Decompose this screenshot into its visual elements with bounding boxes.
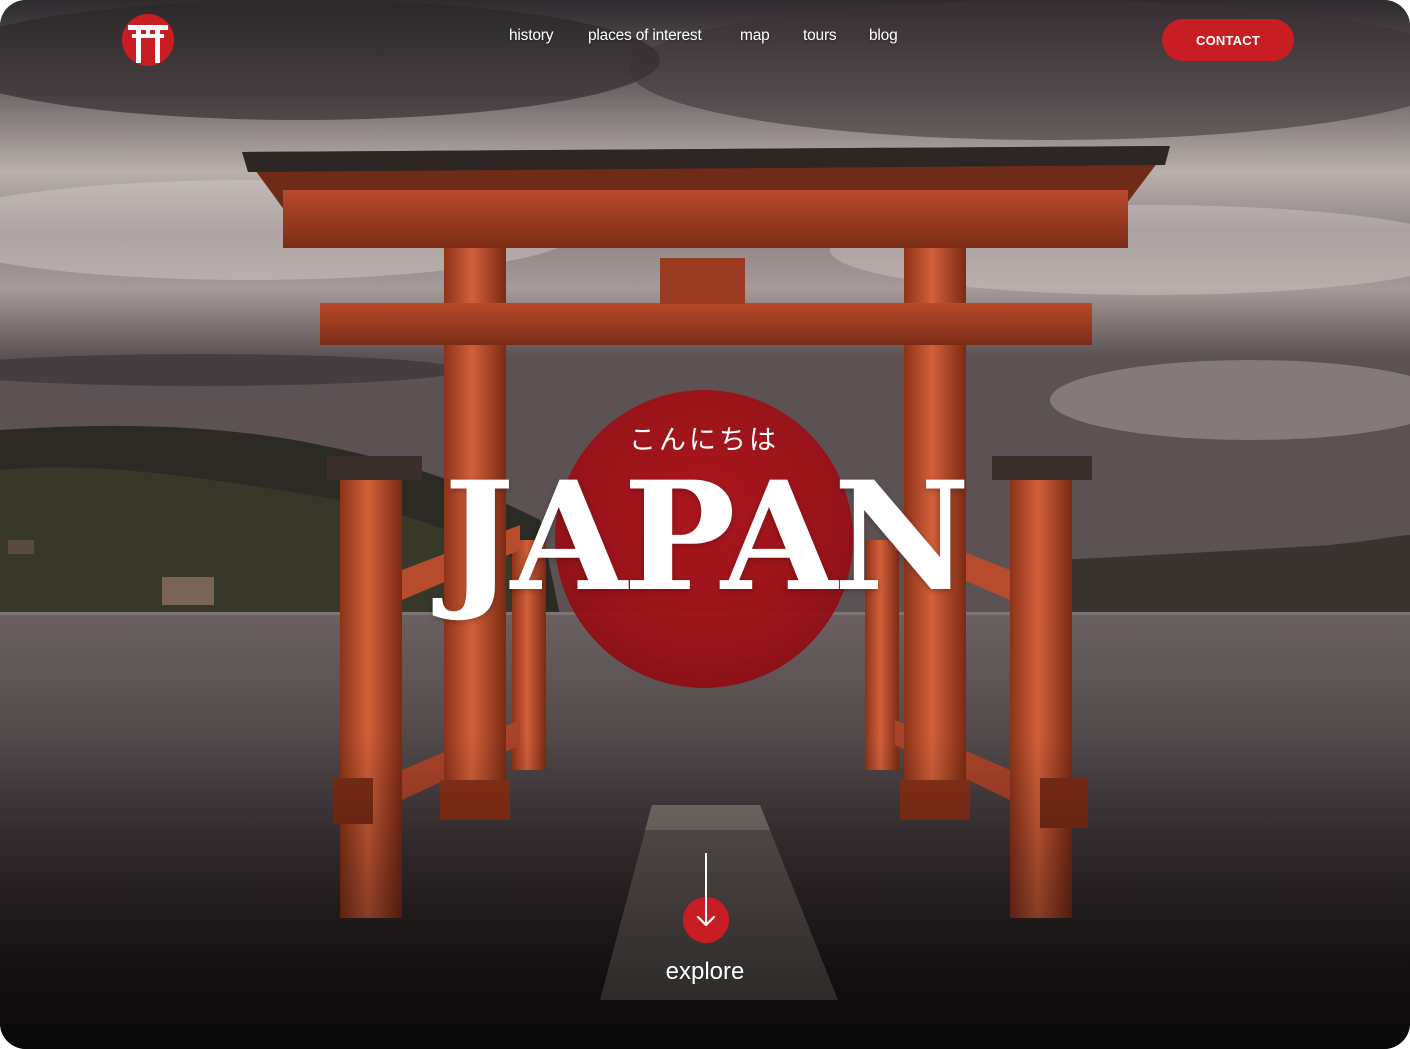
nav-link-places-of-interest[interactable]: places of interest: [588, 27, 702, 45]
nav-link-tours[interactable]: tours: [803, 27, 837, 45]
nav-link-map[interactable]: map: [740, 27, 770, 45]
hero-title: JAPAN: [443, 449, 971, 625]
nav-link-blog[interactable]: blog: [869, 27, 898, 45]
explore-label[interactable]: explore: [600, 958, 810, 986]
nav-link-history[interactable]: history: [509, 27, 553, 45]
arrow-down-icon: [696, 915, 716, 927]
hero-section: history places of interest map tours blo…: [0, 0, 1410, 1049]
contact-button[interactable]: CONTACT: [1162, 19, 1294, 61]
